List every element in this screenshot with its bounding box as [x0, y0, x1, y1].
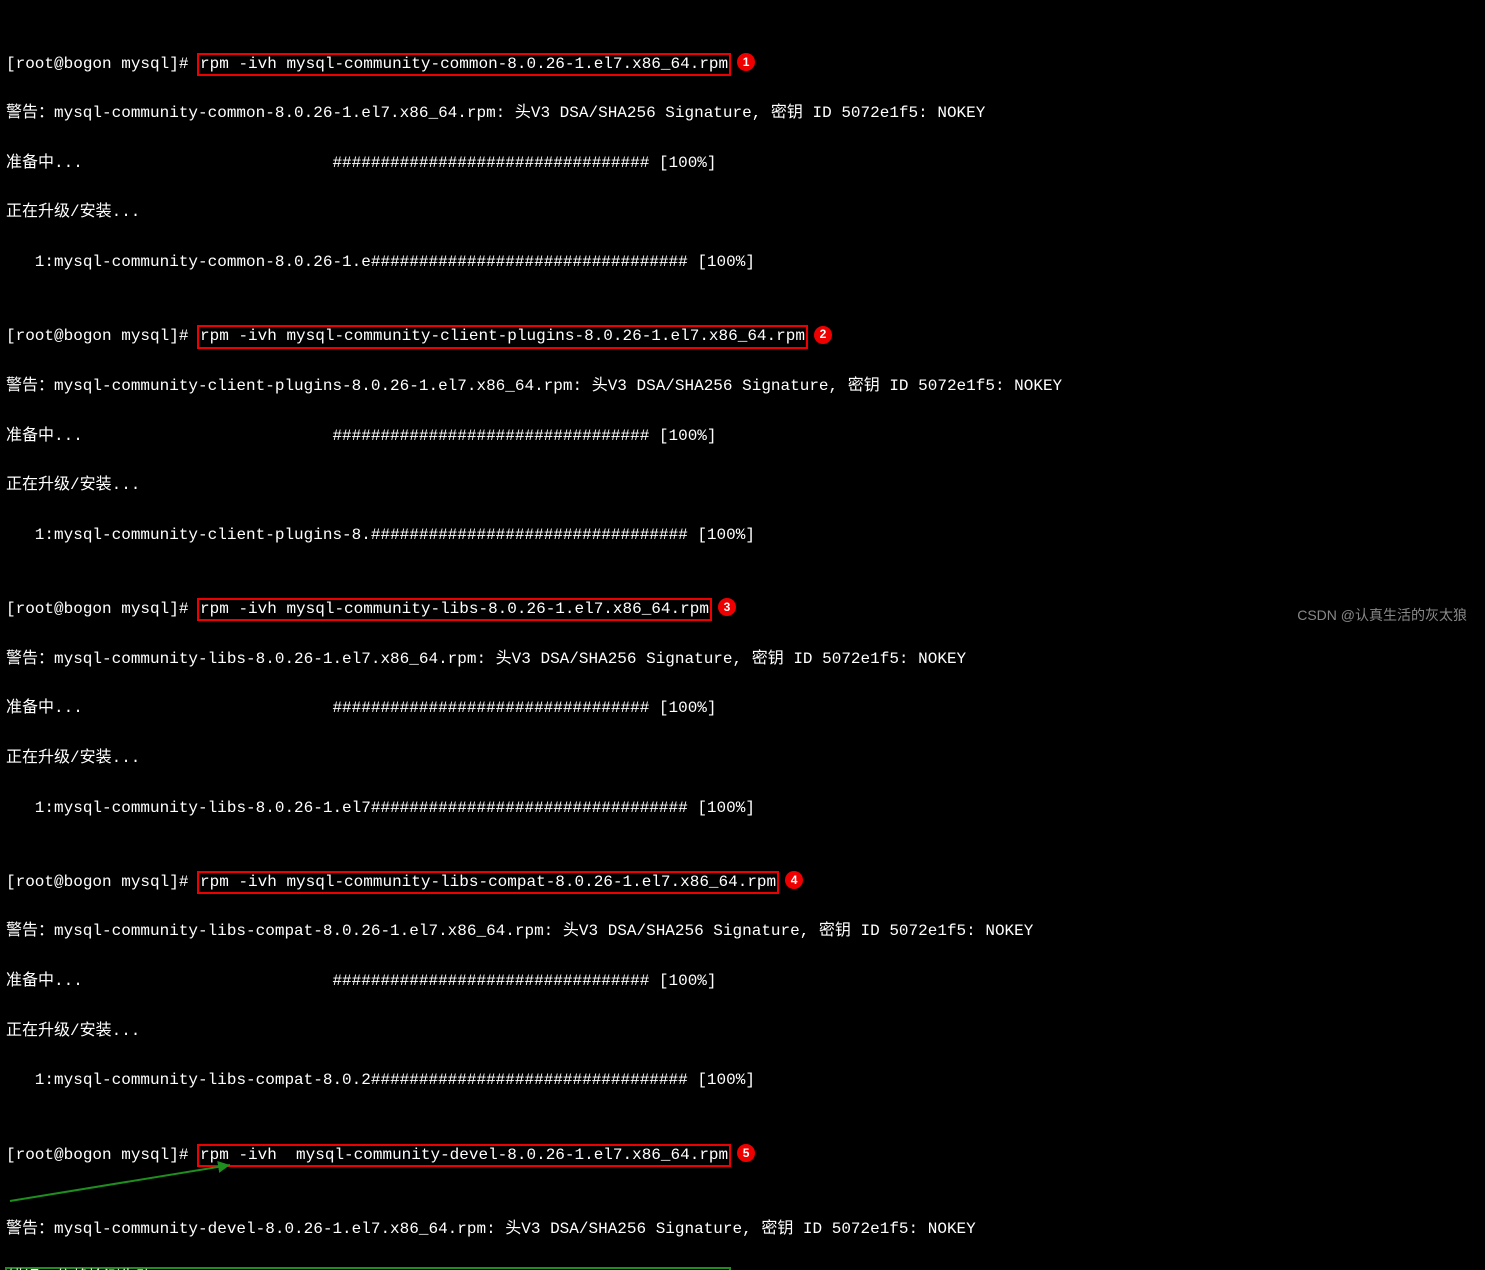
arrow-icon [2, 1161, 252, 1205]
cmd-2-box: rpm -ivh mysql-community-client-plugins-… [197, 325, 808, 348]
pkg-4: 1:mysql-community-libs-compat-8.0.2#####… [6, 1068, 1479, 1093]
terminal[interactable]: [root@bogon mysql]# rpm -ivh mysql-commu… [0, 0, 1485, 1270]
cmd-line-4: [root@bogon mysql]# rpm -ivh mysql-commu… [6, 870, 1479, 895]
prompt: [root@bogon mysql]# [6, 55, 198, 73]
cmd-line-5: [root@bogon mysql]# rpm -ivh mysql-commu… [6, 1143, 1479, 1193]
pkg-1: 1:mysql-community-common-8.0.26-1.e#####… [6, 250, 1479, 275]
prompt: [root@bogon mysql]# [6, 600, 198, 618]
badge-1: 1 [737, 53, 755, 71]
upd-1: 正在升级/安装... [6, 200, 1479, 225]
warn-3: 警告：mysql-community-libs-8.0.26-1.el7.x86… [6, 647, 1479, 672]
upd-2: 正在升级/安装... [6, 473, 1479, 498]
cmd-1-box: rpm -ivh mysql-community-common-8.0.26-1… [197, 53, 731, 76]
prep-1: 准备中... #################################… [6, 151, 1479, 176]
warn-1: 警告：mysql-community-common-8.0.26-1.el7.x… [6, 101, 1479, 126]
watermark: CSDN @认真生活的灰太狼 [1297, 605, 1467, 627]
err-1: 错误：依赖检测失败： [8, 1269, 168, 1270]
pkg-3: 1:mysql-community-libs-8.0.26-1.el7#####… [6, 796, 1479, 821]
cmd-line-2: [root@bogon mysql]# rpm -ivh mysql-commu… [6, 324, 1479, 349]
cmd-4-box: rpm -ivh mysql-community-libs-compat-8.0… [197, 871, 779, 894]
badge-4: 4 [785, 871, 803, 889]
err-box: 错误：依赖检测失败： pkgconfig(openssl) 被 mysql-co… [6, 1267, 1479, 1270]
prep-3: 准备中... #################################… [6, 696, 1479, 721]
badge-3: 3 [718, 598, 736, 616]
cmd-line-3: [root@bogon mysql]# rpm -ivh mysql-commu… [6, 597, 1479, 622]
cmd-5-box: rpm -ivh mysql-community-devel-8.0.26-1.… [197, 1144, 731, 1167]
badge-2: 2 [814, 326, 832, 344]
upd-3: 正在升级/安装... [6, 746, 1479, 771]
cmd-line-1: [root@bogon mysql]# rpm -ivh mysql-commu… [6, 52, 1479, 77]
upd-4: 正在升级/安装... [6, 1019, 1479, 1044]
prompt: [root@bogon mysql]# [6, 327, 198, 345]
cmd-3-box: rpm -ivh mysql-community-libs-8.0.26-1.e… [197, 598, 712, 621]
warn-2: 警告：mysql-community-client-plugins-8.0.26… [6, 374, 1479, 399]
prompt: [root@bogon mysql]# [6, 1146, 198, 1164]
badge-5: 5 [737, 1144, 755, 1162]
pkg-2: 1:mysql-community-client-plugins-8.#####… [6, 523, 1479, 548]
prep-2: 准备中... #################################… [6, 424, 1479, 449]
prep-4: 准备中... #################################… [6, 969, 1479, 994]
warn-4: 警告：mysql-community-libs-compat-8.0.26-1.… [6, 919, 1479, 944]
warn-5: 警告：mysql-community-devel-8.0.26-1.el7.x8… [6, 1217, 1479, 1242]
prompt: [root@bogon mysql]# [6, 873, 198, 891]
